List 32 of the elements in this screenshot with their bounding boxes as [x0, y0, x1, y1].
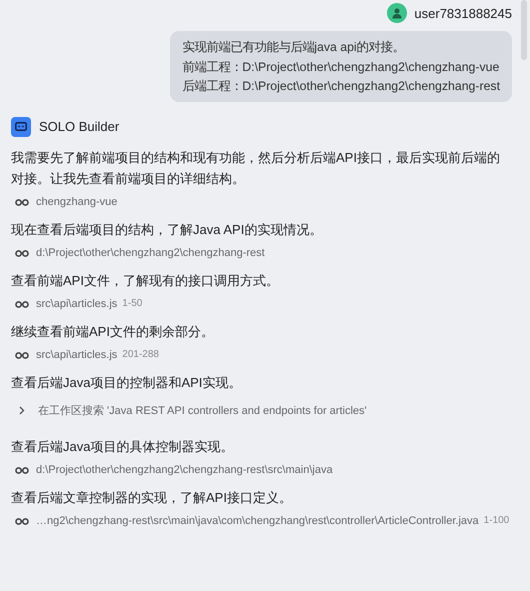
file-path[interactable]: src\api\articles.js: [36, 298, 118, 310]
glasses-icon: [15, 466, 29, 474]
user-avatar: [387, 3, 408, 23]
agent-message: 查看后端Java项目的控制器和API实现。: [11, 374, 242, 392]
agent-message: 查看后端Java项目的具体控制器实现。: [11, 438, 234, 456]
message-line: 后端工程：D:\Project\other\chengzhang2\chengzhang-rest: [182, 78, 500, 95]
chevron-icon[interactable]: [19, 406, 25, 415]
agent-message: 查看前端API文件，了解现有的接口调用方式。: [11, 272, 280, 290]
line-range: 1-100: [484, 515, 510, 526]
file-path[interactable]: d:\Project\other\chengzhang2\chengzhang-rest: [36, 246, 265, 258]
file-path[interactable]: chengzhang-vue: [36, 196, 118, 208]
glasses-icon: [15, 198, 29, 206]
agent-logo-icon: [11, 116, 31, 136]
agent-name: SOLO Builder: [39, 119, 120, 134]
glasses-icon: [15, 516, 29, 524]
file-path[interactable]: …ng2\chengzhang-rest\src\main\java\com\chengzhang\rest\controller\ArticleController.java: [36, 514, 479, 526]
glasses-icon: [15, 248, 29, 256]
glasses-icon: [15, 300, 29, 308]
search-step[interactable]: 在工作区搜索 'Java REST API controllers and endpoints for articles': [38, 403, 367, 418]
file-path[interactable]: src\api\articles.js: [36, 348, 118, 360]
agent-message: 继续查看前端API文件的剩余部分。: [11, 322, 215, 340]
message-line: 前端工程：D:\Project\other\chengzhang2\chengzhang-vue: [182, 58, 500, 76]
line-range: 201-288: [122, 349, 159, 360]
line-range: 1-50: [122, 298, 142, 309]
scrollbar[interactable]: [521, 0, 527, 60]
agent-message: 我需要先了解前端项目的结构和现有功能，然后分析后端API接口，最后实现前后端的对接。让我先查看前端项目的详细结构。: [11, 148, 501, 188]
glasses-icon: [15, 350, 29, 358]
agent-message: 现在查看后端项目的结构，了解Java API的实现情况。: [11, 220, 324, 238]
agent-message: 查看后端文章控制器的实现，了解API接口定义。: [11, 488, 293, 506]
message-line: 实现前端已有功能与后端java api的对接。: [182, 39, 406, 56]
user-name: user7831888245: [414, 6, 512, 20]
file-path[interactable]: d:\Project\other\chengzhang2\chengzhang-rest\src\main\java: [36, 464, 333, 476]
